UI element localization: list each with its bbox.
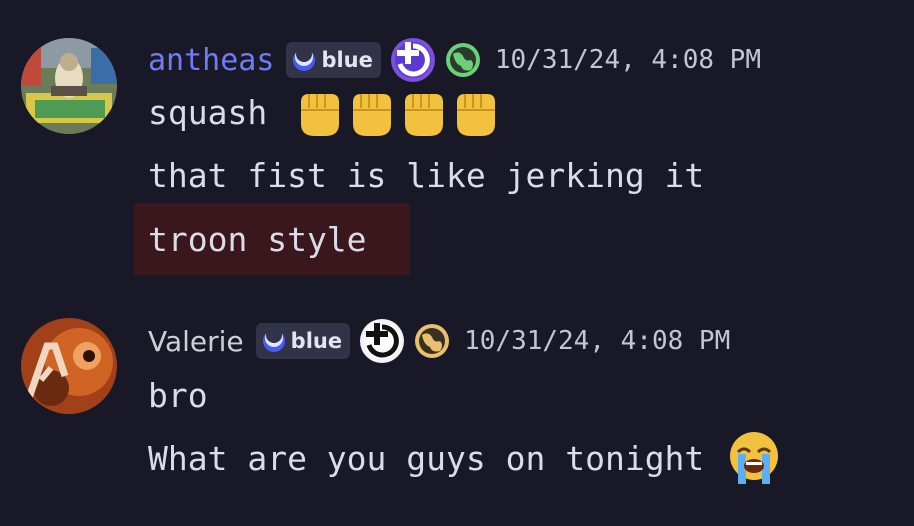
globe-icon [415, 324, 450, 358]
message-line: squash [148, 84, 499, 140]
username[interactable]: Valerie [148, 325, 244, 358]
message-header: Valerie blue 10/31/24, 4:08 PM [148, 318, 730, 364]
message-text: What are you guys on tonight [148, 438, 705, 478]
message-header: antheas blue 10/31/24, 4:08 PM [148, 37, 761, 83]
message-line: troon style [148, 214, 367, 264]
message-text: troon style [148, 219, 367, 259]
username[interactable]: antheas [148, 43, 274, 78]
badge-label: blue [290, 329, 343, 353]
raised-fist-icon [301, 94, 340, 136]
role-icon[interactable] [358, 317, 406, 365]
tag-badge[interactable]: blue [255, 323, 351, 359]
avatar[interactable] [21, 318, 117, 414]
moon-icon [262, 328, 285, 352]
avatar[interactable] [21, 38, 117, 134]
message-line: What are you guys on tonight [148, 430, 782, 486]
tag-badge[interactable]: blue [286, 42, 381, 78]
message-line: that fist is like jerking it [148, 150, 704, 200]
message-text: bro [148, 375, 208, 415]
timestamp[interactable]: 10/31/24, 4:08 PM [495, 45, 761, 75]
raised-fist-icon [353, 94, 392, 136]
message-text: squash [148, 92, 268, 132]
badge-label: blue [321, 48, 373, 72]
moon-icon [293, 47, 316, 71]
timestamp[interactable]: 10/31/24, 4:08 PM [464, 326, 730, 356]
globe-icon [445, 43, 480, 77]
raised-fist-icon [405, 94, 444, 136]
message-line: bro [148, 370, 208, 420]
raised-fist-icon [457, 94, 496, 136]
message-text: that fist is like jerking it [148, 155, 705, 195]
role-icon[interactable] [389, 36, 437, 84]
loudly-crying-face-icon [730, 432, 779, 484]
